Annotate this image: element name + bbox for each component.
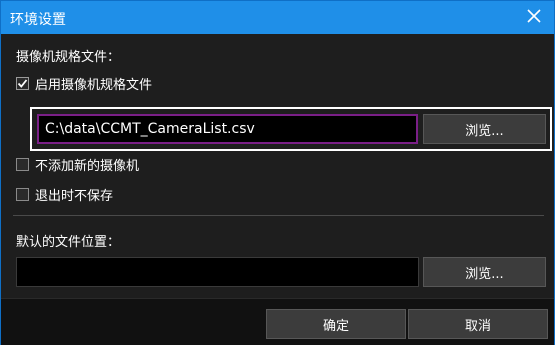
enable-camera-spec-checkbox[interactable]: [16, 76, 29, 90]
dialog-content: 摄像机规格文件： 启用摄像机规格文件 浏览... 不添加新的摄像机 退出时不保存…: [1, 34, 554, 345]
exit-without-save-checkbox[interactable]: [16, 187, 29, 201]
dialog-title: 环境设置: [10, 12, 66, 28]
cancel-label: 取消: [464, 318, 491, 334]
close-button[interactable]: [514, 1, 554, 34]
default-location-section-label: 默认的文件位置：: [16, 235, 121, 250]
exit-without-save-checkbox-row[interactable]: 退出时不保存: [16, 185, 114, 204]
enable-camera-spec-checkbox-row[interactable]: 启用摄像机规格文件: [16, 74, 153, 93]
title-bar: 环境设置: [1, 1, 554, 34]
default-location-browse-label: 浏览...: [465, 266, 504, 282]
default-location-path-input[interactable]: [16, 257, 419, 287]
ok-button[interactable]: 确定: [266, 309, 406, 339]
dialog-footer: 确定 取消: [1, 298, 554, 345]
no-new-camera-checkbox-row[interactable]: 不添加新的摄像机: [16, 155, 140, 174]
default-location-browse-button[interactable]: 浏览...: [423, 257, 546, 287]
enable-camera-spec-label: 启用摄像机规格文件: [35, 77, 153, 93]
no-new-camera-label: 不添加新的摄像机: [35, 158, 140, 174]
camera-spec-browse-button[interactable]: 浏览...: [423, 114, 546, 144]
ok-label: 确定: [322, 318, 349, 334]
settings-dialog: 环境设置 摄像机规格文件： 启用摄像机规格文件 浏览...: [0, 0, 555, 345]
camera-spec-section-label: 摄像机规格文件：: [16, 50, 121, 65]
camera-spec-browse-label: 浏览...: [465, 123, 504, 139]
cancel-button[interactable]: 取消: [408, 309, 548, 339]
exit-without-save-label: 退出时不保存: [35, 188, 114, 204]
close-icon: [527, 8, 541, 27]
camera-spec-file-path-input[interactable]: [37, 114, 418, 144]
section-divider: [13, 215, 544, 216]
no-new-camera-checkbox[interactable]: [16, 157, 29, 171]
checkmark-icon: [17, 78, 28, 88]
